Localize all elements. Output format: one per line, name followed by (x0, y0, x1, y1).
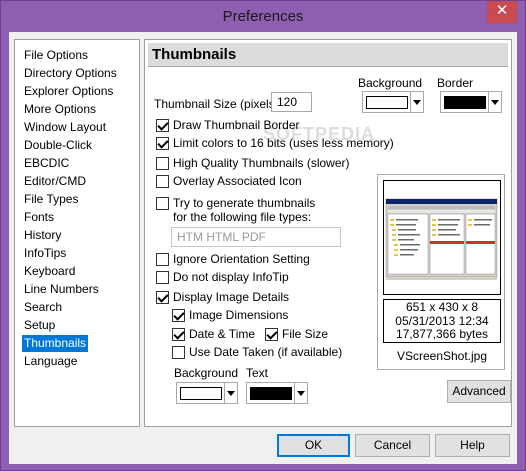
ignore-orientation-label: Ignore Orientation Setting (173, 252, 310, 266)
background-label: Background (358, 76, 423, 90)
text-color-picker[interactable] (246, 382, 308, 404)
try-generate-label-2: for the following file types: (173, 210, 312, 224)
limit-colors-checkbox[interactable] (156, 137, 169, 150)
nav-item-file-types[interactable]: File Types (22, 191, 80, 208)
thumbnail-preview: 651 x 430 x 8 05/31/2013 12:34 17,877,36… (377, 174, 505, 370)
text-background-color-picker[interactable] (176, 382, 238, 404)
text-color-swatch (250, 387, 292, 400)
no-infotip-label: Do not display InfoTip (173, 270, 289, 284)
nav-item-keyboard[interactable]: Keyboard (22, 263, 77, 280)
nav-item-editor-cmd[interactable]: Editor/CMD (22, 173, 88, 190)
nav-item-line-numbers[interactable]: Line Numbers (22, 281, 101, 298)
thumbnail-datetime: 05/31/2013 12:34 (395, 313, 489, 328)
nav-item-window-layout[interactable]: Window Layout (22, 119, 108, 136)
nav-item-ebcdic[interactable]: EBCDIC (22, 155, 71, 172)
image-dimensions-checkbox[interactable] (172, 309, 185, 322)
border-label: Border (437, 76, 474, 90)
thumb-border-color-picker[interactable] (440, 91, 502, 113)
panel-title: Thumbnails (148, 43, 508, 67)
nav-item-history[interactable]: History (22, 227, 63, 244)
overlay-icon-label: Overlay Associated Icon (173, 174, 302, 188)
nav-item-more-options[interactable]: More Options (22, 101, 98, 118)
ignore-orientation-checkbox[interactable] (156, 253, 169, 266)
thumb-background-color-picker[interactable] (362, 91, 424, 113)
thumbnail-size-input[interactable]: 120 (271, 92, 312, 112)
overlay-icon-checkbox[interactable] (156, 175, 169, 188)
category-list[interactable]: File Options Directory Options Explorer Op… (14, 39, 140, 427)
screenshot-thumbnail-icon (384, 181, 500, 294)
draw-border-checkbox[interactable] (156, 119, 169, 132)
file-size-checkbox[interactable] (265, 328, 278, 341)
ok-button[interactable]: OK (277, 434, 350, 457)
nav-item-directory-options[interactable]: Directory Options (22, 65, 119, 82)
thumbnail-filename: VScreenShot.jpg (396, 349, 488, 363)
try-generate-checkbox[interactable] (156, 197, 169, 210)
thumb-background-swatch (366, 96, 408, 109)
close-button[interactable]: ✕ (487, 1, 517, 23)
high-quality-label: High Quality Thumbnails (slower) (173, 156, 350, 170)
use-date-taken-checkbox[interactable] (172, 346, 185, 359)
preferences-window: Preferences ✕ File Options Directory Opti… (0, 0, 526, 471)
dialog-client: File Options Directory Options Explorer Op… (9, 32, 517, 464)
display-details-label: Display Image Details (173, 290, 290, 304)
close-icon: ✕ (495, 2, 509, 19)
high-quality-checkbox[interactable] (156, 157, 169, 170)
nav-item-thumbnails[interactable]: Thumbnails (22, 335, 89, 352)
advanced-button[interactable]: Advanced (447, 380, 511, 403)
file-size-label: File Size (282, 327, 329, 341)
text-color-label: Text (246, 366, 269, 380)
thumbnail-details: 651 x 430 x 8 05/31/2013 12:34 17,877,36… (383, 299, 501, 343)
nav-item-setup[interactable]: Setup (22, 317, 57, 334)
chevron-down-icon (488, 92, 501, 112)
chevron-down-icon (410, 92, 423, 112)
nav-item-double-click[interactable]: Double-Click (22, 137, 94, 154)
text-background-swatch (180, 387, 222, 400)
thumb-border-swatch (444, 96, 486, 109)
date-time-checkbox[interactable] (172, 328, 185, 341)
image-dimensions-label: Image Dimensions (189, 308, 289, 322)
nav-item-language[interactable]: Language (22, 353, 79, 370)
use-date-taken-label: Use Date Taken (if available) (189, 345, 343, 359)
date-time-label: Date & Time (189, 327, 256, 341)
thumbnails-panel: Thumbnails SOFTPEDIA Background Border T… (144, 39, 512, 427)
nav-item-explorer-options[interactable]: Explorer Options (22, 83, 115, 100)
nav-item-infotips[interactable]: InfoTips (22, 245, 68, 262)
help-button[interactable]: Help (435, 434, 510, 457)
draw-border-label: Draw Thumbnail Border (173, 118, 300, 132)
display-details-checkbox[interactable] (156, 291, 169, 304)
thumbnail-filesize: 17,877,366 bytes (395, 327, 489, 341)
chevron-down-icon (224, 383, 237, 403)
nav-item-file-options[interactable]: File Options (22, 47, 90, 64)
try-generate-label-1: Try to generate thumbnails (173, 196, 316, 210)
no-infotip-checkbox[interactable] (156, 271, 169, 284)
thumbnail-dimensions: 651 x 430 x 8 (405, 300, 479, 314)
cancel-button[interactable]: Cancel (355, 434, 430, 457)
file-types-input[interactable]: HTM HTML PDF (171, 227, 341, 247)
thumbnail-image (383, 180, 501, 295)
nav-item-fonts[interactable]: Fonts (22, 209, 56, 226)
thumbnail-size-label: Thumbnail Size (pixels) (154, 97, 279, 111)
window-title: Preferences (222, 8, 304, 25)
limit-colors-label: Limit colors to 16 bits (uses less memor… (173, 136, 394, 150)
nav-item-search[interactable]: Search (22, 299, 64, 316)
chevron-down-icon (294, 383, 307, 403)
text-background-label: Background (174, 366, 239, 380)
